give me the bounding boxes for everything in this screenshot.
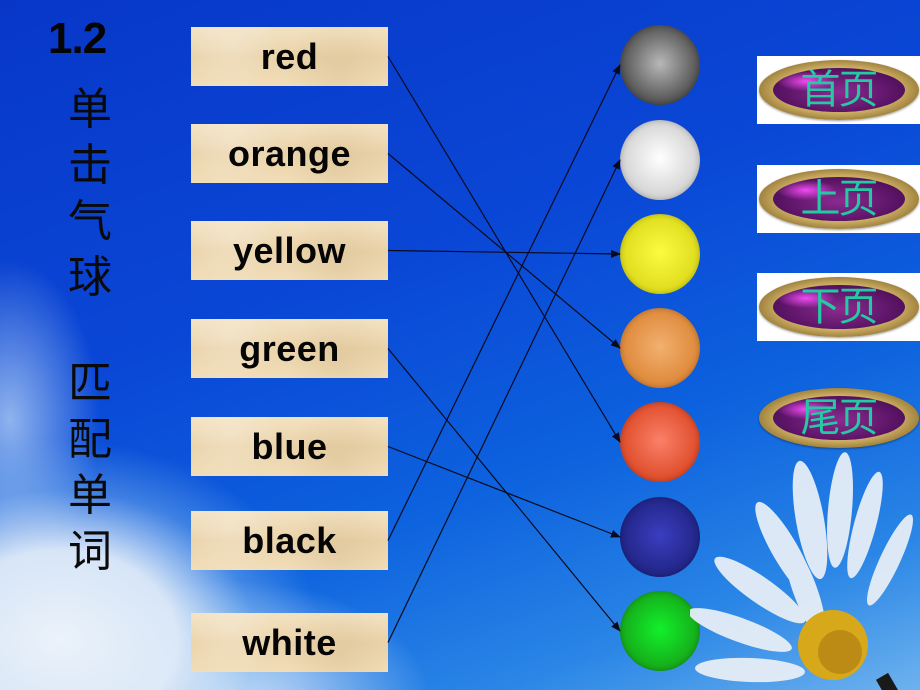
arrow-green-to-green — [387, 348, 621, 632]
arrow-blue-to-blue — [387, 445, 621, 538]
arrow-red-to-red — [387, 56, 621, 443]
arrow-white-to-white — [387, 159, 621, 643]
match-arrows — [387, 56, 621, 643]
slide: 1.2 单 击 气 球 匹 配 单 词 red orange yellow gr… — [0, 0, 920, 690]
arrow-black-to-black — [387, 64, 621, 541]
